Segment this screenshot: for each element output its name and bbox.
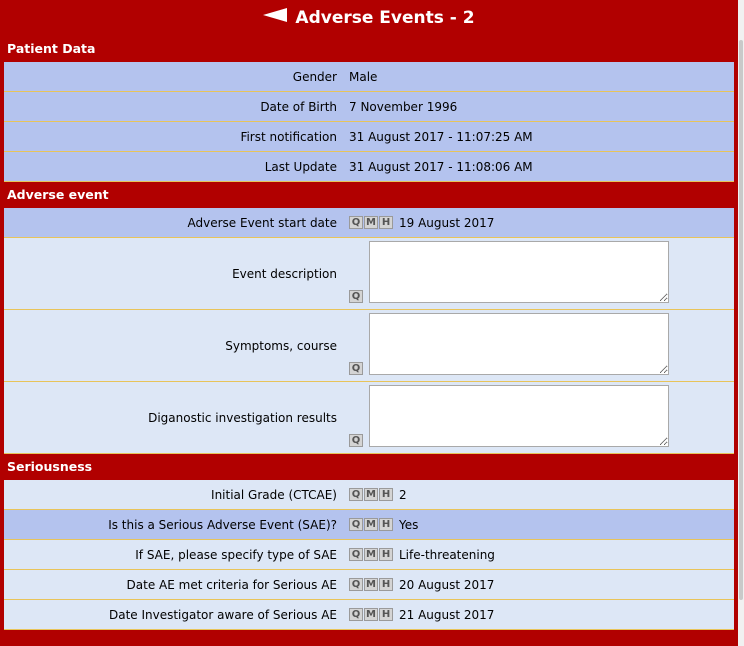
section-header-patient-data: Patient Data bbox=[7, 41, 96, 56]
qmh-buttons: Q M H bbox=[349, 518, 393, 531]
missing-button[interactable]: M bbox=[364, 518, 378, 531]
field-value: 20 August 2017 bbox=[399, 577, 495, 592]
row-date-met-criteria: Date AE met criteria for Serious AE Q M … bbox=[4, 570, 734, 600]
field-label: Adverse Event start date bbox=[187, 215, 338, 230]
row-diagnostic-results: Diganostic investigation results Q bbox=[4, 382, 734, 454]
query-button[interactable]: Q bbox=[349, 518, 363, 531]
vertical-scrollbar[interactable] bbox=[738, 0, 744, 646]
row-event-description: Event description Q bbox=[4, 238, 734, 310]
row-initial-grade: Initial Grade (CTCAE) Q M H 2 bbox=[4, 480, 734, 510]
field-value: Life-threatening bbox=[399, 547, 495, 562]
adverse-event-rows: Adverse Event start date Q M H 19 August… bbox=[4, 208, 734, 454]
field-label: Date of Birth bbox=[260, 99, 337, 114]
history-button[interactable]: H bbox=[379, 548, 393, 561]
row-ae-start-date: Adverse Event start date Q M H 19 August… bbox=[4, 208, 734, 238]
row-first-notification: First notification 31 August 2017 - 11:0… bbox=[4, 122, 734, 152]
query-button[interactable]: Q bbox=[349, 434, 363, 447]
field-label: Last Update bbox=[264, 159, 337, 174]
missing-button[interactable]: M bbox=[364, 488, 378, 501]
field-label: Is this a Serious Adverse Event (SAE)? bbox=[108, 517, 337, 532]
q-buttons: Q bbox=[349, 362, 363, 375]
query-button[interactable]: Q bbox=[349, 548, 363, 561]
missing-button[interactable]: M bbox=[364, 608, 378, 621]
field-value: Yes bbox=[399, 517, 419, 532]
field-label: First notification bbox=[240, 129, 337, 144]
qmh-buttons: Q M H bbox=[349, 548, 393, 561]
qmh-buttons: Q M H bbox=[349, 216, 393, 229]
row-last-update: Last Update 31 August 2017 - 11:08:06 AM bbox=[4, 152, 734, 182]
query-button[interactable]: Q bbox=[349, 216, 363, 229]
field-value: 31 August 2017 - 11:07:25 AM bbox=[349, 129, 533, 144]
event-description-textarea[interactable] bbox=[369, 241, 669, 303]
history-button[interactable]: H bbox=[379, 488, 393, 501]
field-value: 7 November 1996 bbox=[349, 99, 458, 114]
query-button[interactable]: Q bbox=[349, 488, 363, 501]
q-buttons: Q bbox=[349, 290, 363, 303]
history-button[interactable]: H bbox=[379, 578, 393, 591]
history-button[interactable]: H bbox=[379, 216, 393, 229]
section-header-seriousness: Seriousness bbox=[7, 459, 93, 474]
row-sae-type: If SAE, please specify type of SAE Q M H… bbox=[4, 540, 734, 570]
field-label: Symptoms, course bbox=[225, 338, 337, 353]
query-button[interactable]: Q bbox=[349, 608, 363, 621]
qmh-buttons: Q M H bbox=[349, 578, 393, 591]
field-value: 31 August 2017 - 11:08:06 AM bbox=[349, 159, 533, 174]
missing-button[interactable]: M bbox=[364, 578, 378, 591]
history-button[interactable]: H bbox=[379, 608, 393, 621]
row-gender: Gender Male bbox=[4, 62, 734, 92]
field-value: 21 August 2017 bbox=[399, 607, 495, 622]
row-is-sae: Is this a Serious Adverse Event (SAE)? Q… bbox=[4, 510, 734, 540]
scrollbar-thumb[interactable] bbox=[739, 40, 743, 600]
adverse-events-panel: Adverse Events - 2 Patient Data Gender M… bbox=[0, 0, 738, 646]
field-value: 19 August 2017 bbox=[399, 215, 495, 230]
diagnostic-results-textarea[interactable] bbox=[369, 385, 669, 447]
back-arrow-icon[interactable] bbox=[263, 8, 288, 22]
row-date-investigator-aware: Date Investigator aware of Serious AE Q … bbox=[4, 600, 734, 630]
row-symptoms-course: Symptoms, course Q bbox=[4, 310, 734, 382]
qmh-buttons: Q M H bbox=[349, 488, 393, 501]
row-date-of-birth: Date of Birth 7 November 1996 bbox=[4, 92, 734, 122]
symptoms-course-textarea[interactable] bbox=[369, 313, 669, 375]
query-button[interactable]: Q bbox=[349, 578, 363, 591]
page-header: Adverse Events - 2 bbox=[0, 0, 738, 36]
q-buttons: Q bbox=[349, 434, 363, 447]
field-label: Event description bbox=[232, 266, 337, 281]
query-button[interactable]: Q bbox=[349, 290, 363, 303]
seriousness-rows: Initial Grade (CTCAE) Q M H 2 Is this a … bbox=[4, 480, 734, 630]
field-label: Date AE met criteria for Serious AE bbox=[126, 577, 337, 592]
missing-button[interactable]: M bbox=[364, 216, 378, 229]
history-button[interactable]: H bbox=[379, 518, 393, 531]
query-button[interactable]: Q bbox=[349, 362, 363, 375]
field-label: Initial Grade (CTCAE) bbox=[211, 487, 337, 502]
patient-data-rows: Gender Male Date of Birth 7 November 199… bbox=[4, 62, 734, 182]
page-title: Adverse Events - 2 bbox=[295, 8, 475, 28]
field-label: Gender bbox=[292, 69, 337, 84]
missing-button[interactable]: M bbox=[364, 548, 378, 561]
section-header-adverse-event: Adverse event bbox=[7, 187, 109, 202]
field-value: Male bbox=[349, 69, 378, 84]
qmh-buttons: Q M H bbox=[349, 608, 393, 621]
field-value: 2 bbox=[399, 487, 407, 502]
field-label: Diganostic investigation results bbox=[148, 410, 337, 425]
field-label: Date Investigator aware of Serious AE bbox=[108, 607, 337, 622]
field-label: If SAE, please specify type of SAE bbox=[135, 547, 337, 562]
